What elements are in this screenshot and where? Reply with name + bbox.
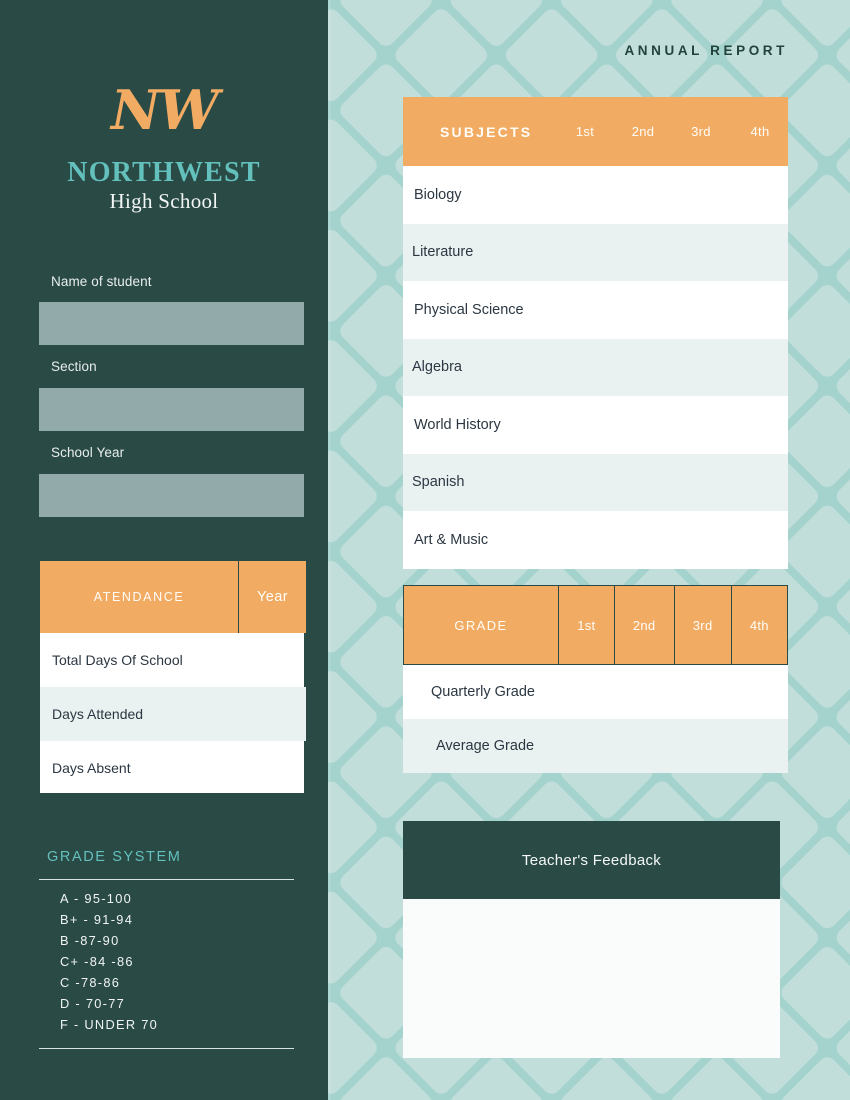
grade-quarter-1: 1st xyxy=(559,586,615,664)
subjects-table: SUBJECTS 1st 2nd 3rd 4th Biology Literat… xyxy=(403,97,788,569)
section-label: Section xyxy=(51,359,97,374)
attendance-row-value[interactable] xyxy=(239,633,306,687)
list-item: C+ -84 -86 xyxy=(60,954,134,969)
table-row: Art & Music xyxy=(403,511,788,569)
subject-name: Art & Music xyxy=(414,531,489,548)
school-name: NORTHWEST xyxy=(67,157,261,188)
table-row: Days Absent xyxy=(40,741,306,795)
sidebar-edge-highlight xyxy=(328,0,331,1100)
subject-name: World History xyxy=(414,416,501,433)
subject-name: Biology xyxy=(414,186,462,203)
teacher-feedback-input[interactable] xyxy=(403,899,780,1058)
grade-row-label: Quarterly Grade xyxy=(431,684,535,700)
attendance-row-value[interactable] xyxy=(239,687,306,741)
sidebar: NW NORTHWEST High School Name of student… xyxy=(0,0,328,1100)
subjects-header-label: SUBJECTS xyxy=(440,123,533,140)
attendance-row-label: Days Absent xyxy=(52,760,131,776)
subject-name: Algebra xyxy=(412,359,462,376)
subjects-quarter-1: 1st xyxy=(575,124,595,139)
attendance-row-label: Total Days Of School xyxy=(52,652,183,668)
table-row: Biology xyxy=(403,166,788,224)
subject-name: Literature xyxy=(412,244,474,261)
list-item: D - 70-77 xyxy=(60,996,126,1011)
table-row: Spanish xyxy=(403,453,788,511)
list-item: F - UNDER 70 xyxy=(60,1017,159,1032)
table-row: Days Attended xyxy=(40,687,306,741)
report-card-page: NW NORTHWEST High School Name of student… xyxy=(0,0,850,1100)
subjects-table-header: SUBJECTS 1st 2nd 3rd 4th xyxy=(403,97,788,166)
attendance-header-year: Year xyxy=(239,561,306,633)
table-row: Algebra xyxy=(403,338,788,396)
table-row: Total Days Of School xyxy=(40,633,306,687)
list-item: B -87-90 xyxy=(60,933,120,948)
section-input[interactable] xyxy=(39,388,304,431)
grade-system-title: GRADE SYSTEM xyxy=(47,849,182,865)
subject-name: Spanish xyxy=(412,474,465,491)
page-title: ANNUAL REPORT xyxy=(624,43,788,58)
teacher-feedback-header: Teacher's Feedback xyxy=(403,821,780,899)
grade-system-divider-bottom xyxy=(39,1048,294,1049)
grade-system-list: A - 95-100 B+ - 91-94 B -87-90 C+ -84 -8… xyxy=(60,888,300,1035)
table-row: World History xyxy=(403,396,788,454)
table-row: Physical Science xyxy=(403,281,788,339)
attendance-table: ATENDANCE Year Total Days Of School Days… xyxy=(39,560,306,795)
school-logo-monogram: NW xyxy=(110,78,219,142)
list-item: C -78-86 xyxy=(60,975,121,990)
teacher-feedback-panel: Teacher's Feedback xyxy=(403,821,780,1058)
school-year-label: School Year xyxy=(51,445,125,460)
attendance-row-value[interactable] xyxy=(239,741,306,795)
grade-header-label: GRADE xyxy=(404,586,559,664)
school-year-input[interactable] xyxy=(39,474,304,517)
list-item: B+ - 91-94 xyxy=(60,912,134,927)
subjects-quarter-2: 2nd xyxy=(631,124,655,139)
grade-quarter-4: 4th xyxy=(731,586,788,664)
grade-table: GRADE 1st 2nd 3rd 4th Quarterly Grade Av… xyxy=(403,585,788,773)
grade-quarter-2: 2nd xyxy=(614,586,675,664)
grade-table-header: GRADE 1st 2nd 3rd 4th xyxy=(403,585,788,665)
subject-name: Physical Science xyxy=(414,301,524,318)
student-name-input[interactable] xyxy=(39,302,304,345)
student-name-label: Name of student xyxy=(51,274,152,289)
subjects-quarter-3: 3rd xyxy=(691,124,711,139)
table-row: Average Grade xyxy=(403,719,788,773)
school-subtitle: High School xyxy=(109,189,219,213)
attendance-header-label: ATENDANCE xyxy=(40,561,239,633)
table-row: Quarterly Grade xyxy=(403,665,788,719)
subjects-quarter-4: 4th xyxy=(750,124,770,139)
grade-row-label: Average Grade xyxy=(436,738,535,754)
list-item: A - 95-100 xyxy=(60,891,133,906)
table-row: Literature xyxy=(403,223,788,281)
grade-system-divider-top xyxy=(39,879,294,880)
attendance-row-label: Days Attended xyxy=(52,706,144,722)
grade-quarter-3: 3rd xyxy=(674,586,732,664)
